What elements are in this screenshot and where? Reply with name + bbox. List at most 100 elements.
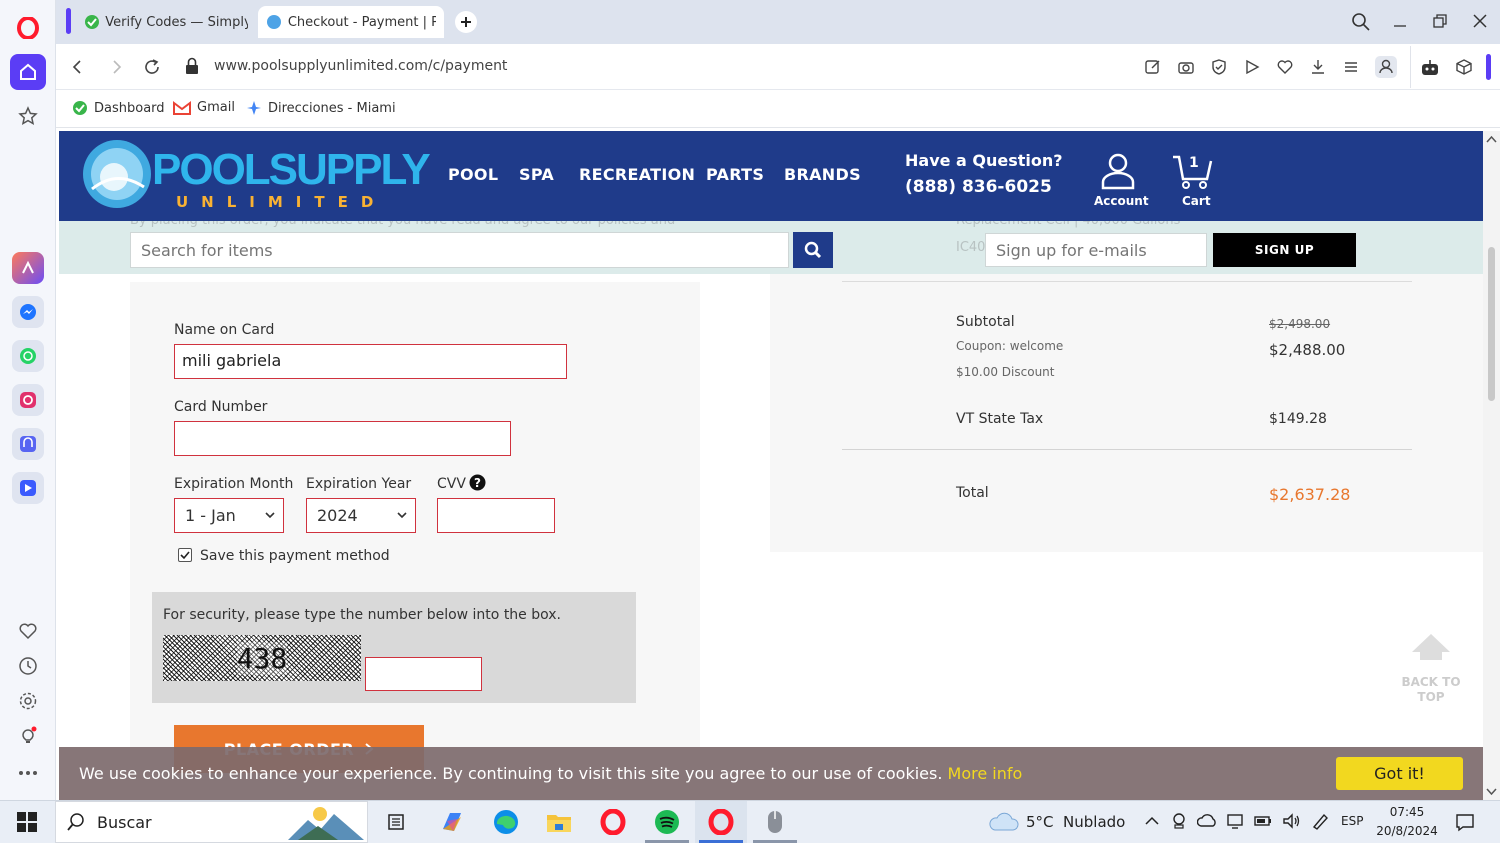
whatsapp-icon[interactable] [10, 338, 46, 374]
download-icon[interactable] [1309, 58, 1327, 76]
back-to-top-link[interactable]: BACK TO TOP [1400, 675, 1462, 705]
tab-island-indicator [66, 8, 71, 34]
aria-app-icon[interactable] [10, 250, 46, 286]
close-window-icon[interactable] [1471, 12, 1489, 30]
tab-checkout-payment[interactable]: Checkout - Payment | Pool Supply [258, 6, 444, 38]
notification-center-icon[interactable] [1455, 812, 1475, 832]
player-icon[interactable] [10, 470, 46, 506]
copilot-icon[interactable] [436, 806, 468, 838]
nav-recreation[interactable]: RECREATION [579, 165, 695, 184]
music-player-icon[interactable] [10, 426, 46, 462]
cookie-more-info-link[interactable]: More info [948, 764, 1023, 783]
subtotal-label: Subtotal [956, 314, 1015, 330]
taskbar-clock[interactable]: 07:45 20/8/2024 [1376, 803, 1438, 841]
home-icon[interactable] [10, 54, 46, 90]
camera-snapshot-icon[interactable] [1177, 58, 1195, 76]
site-search-input[interactable] [130, 232, 789, 268]
search-tabs-icon[interactable] [1351, 12, 1371, 32]
opera-browser-icon[interactable] [705, 806, 737, 838]
expiration-year-select[interactable]: 2024 [306, 498, 416, 533]
name-on-card-input[interactable]: mili gabriela [174, 344, 567, 379]
star-icon[interactable] [10, 98, 46, 134]
account-label[interactable]: Account [1094, 194, 1149, 208]
expiration-month-select[interactable]: 1 - Jan [174, 498, 284, 533]
language-indicator[interactable]: ESP [1341, 814, 1363, 828]
page-scrollbar[interactable] [1483, 131, 1500, 800]
heart-bookmark-icon[interactable] [1276, 58, 1294, 76]
scrollbar-thumb[interactable] [1488, 247, 1495, 401]
windows-start-icon[interactable] [11, 806, 43, 838]
new-tab-button[interactable] [455, 11, 477, 33]
cart-label[interactable]: Cart [1182, 194, 1211, 208]
nav-spa[interactable]: SPA [519, 165, 554, 184]
bookmark-label: Dashboard [94, 100, 165, 116]
profile-icon[interactable] [1375, 56, 1397, 78]
opera-logo-icon[interactable] [10, 10, 46, 46]
nav-parts[interactable]: PARTS [706, 165, 764, 184]
scroll-down-icon[interactable] [1483, 784, 1500, 798]
selected-year: 2024 [317, 506, 358, 525]
webcam-icon[interactable] [1170, 812, 1188, 830]
heart-icon[interactable] [10, 613, 46, 649]
restore-icon[interactable] [1431, 12, 1449, 30]
cookie-got-it-button[interactable]: Got it! [1336, 757, 1463, 790]
maps-pin-icon [247, 101, 261, 115]
lock-icon[interactable] [185, 57, 199, 75]
bookmark-gmail[interactable]: Gmail [173, 100, 235, 115]
instagram-icon[interactable] [10, 382, 46, 418]
cvv-input[interactable] [437, 498, 555, 533]
cvv-help-icon[interactable]: ? [469, 474, 486, 491]
nav-pool[interactable]: POOL [448, 165, 498, 184]
logo-wordmark[interactable]: POOLSUPPLY [152, 148, 431, 192]
logo-subtitle: UNLIMITED [176, 193, 387, 211]
messenger-icon[interactable] [10, 294, 46, 330]
bookmark-direcciones-miami[interactable]: Direcciones - Miami [246, 100, 396, 116]
pen-input-icon[interactable] [1311, 812, 1331, 830]
captcha-input[interactable] [365, 657, 482, 691]
ai-assistant-icon[interactable] [1420, 58, 1440, 78]
gmail-icon [173, 100, 191, 115]
shield-adblock-icon[interactable] [1210, 58, 1228, 76]
edit-icon[interactable] [1144, 58, 1162, 76]
save-payment-label[interactable]: Save this payment method [200, 548, 390, 564]
task-view-icon[interactable] [380, 806, 412, 838]
edge-browser-icon[interactable] [490, 806, 522, 838]
phone-number[interactable]: (888) 836-6025 [905, 177, 1052, 197]
display-settings-icon[interactable] [1226, 812, 1244, 830]
scroll-up-icon[interactable] [1483, 133, 1500, 147]
signup-button[interactable]: SIGN UP [1213, 233, 1356, 267]
url-text[interactable]: www.poolsupplyunlimited.com/c/payment [214, 58, 507, 74]
minimize-icon[interactable] [1391, 12, 1409, 30]
opera-gx-icon[interactable] [597, 806, 629, 838]
tips-bulb-icon[interactable] [10, 718, 46, 754]
email-signup-input[interactable] [985, 233, 1207, 267]
nav-brands[interactable]: BRANDS [784, 165, 861, 184]
settings-gear-icon[interactable] [10, 683, 46, 719]
file-explorer-icon[interactable] [543, 806, 575, 838]
tax-label: VT State Tax [956, 411, 1044, 427]
forward-icon[interactable] [108, 58, 126, 76]
reload-icon[interactable] [143, 58, 161, 76]
more-options-icon[interactable] [10, 755, 46, 791]
onedrive-cloud-icon[interactable] [1197, 812, 1217, 830]
back-to-top-arrow-icon[interactable] [1410, 632, 1452, 662]
volume-speaker-icon[interactable] [1282, 812, 1302, 830]
site-search-button[interactable] [793, 232, 833, 268]
spotify-icon[interactable] [651, 806, 683, 838]
account-user-icon[interactable] [1100, 152, 1136, 190]
send-play-icon[interactable] [1243, 58, 1261, 76]
back-icon[interactable] [68, 58, 86, 76]
easy-setup-menu-icon[interactable] [1342, 58, 1360, 76]
battery-icon[interactable] [1253, 812, 1273, 830]
history-icon[interactable] [10, 648, 46, 684]
extensions-cube-icon[interactable] [1455, 58, 1473, 76]
card-number-input[interactable] [174, 421, 511, 456]
pool-supply-logo-icon[interactable] [82, 139, 152, 209]
mouse-app-icon[interactable] [759, 806, 791, 838]
expiration-year-label: Expiration Year [306, 476, 412, 492]
tray-overflow-chevron-icon[interactable] [1143, 812, 1161, 830]
weather-text[interactable]: 5°C Nublado [1026, 813, 1125, 831]
save-payment-checkbox[interactable] [178, 548, 192, 562]
bookmark-dashboard[interactable]: Dashboard [72, 100, 165, 116]
tab-verify-codes[interactable]: Verify Codes — SimplyCodes [76, 6, 256, 38]
